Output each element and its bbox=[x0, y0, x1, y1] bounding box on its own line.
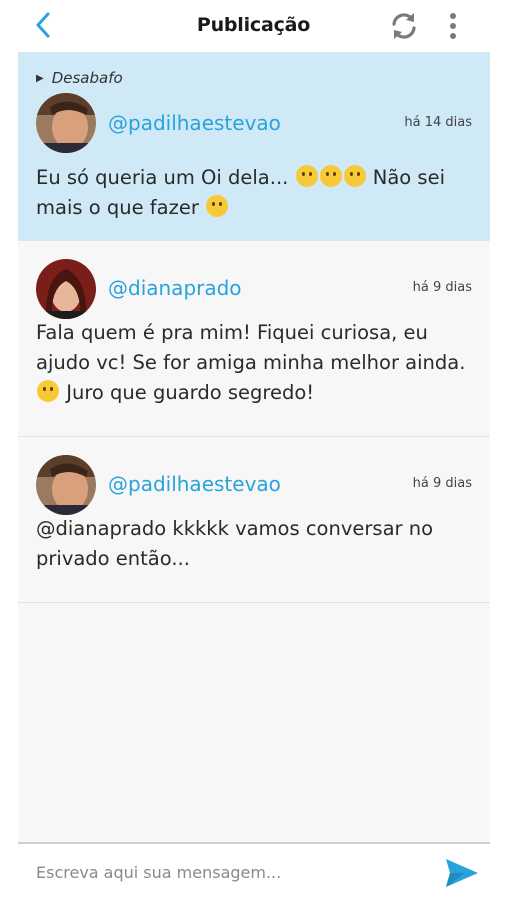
avatar[interactable] bbox=[36, 259, 96, 319]
comment-text-line: Fala quem é pra mim! Fiquei curiosa, eu bbox=[36, 321, 428, 344]
comment: @dianaprado há 9 dias Fala quem é pra mi… bbox=[18, 241, 490, 437]
tired-face-emoji bbox=[206, 195, 229, 217]
category-label: Desabafo bbox=[51, 69, 123, 87]
send-button[interactable] bbox=[444, 856, 480, 890]
downcast-sweat-emoji bbox=[319, 165, 342, 187]
comment: @padilhaestevao há 9 dias @dianaprado kk… bbox=[18, 437, 490, 603]
more-options-button[interactable] bbox=[440, 9, 466, 43]
send-icon bbox=[446, 859, 478, 887]
post-text: Eu só queria um Oi dela... Não sei mais … bbox=[36, 163, 476, 223]
avatar[interactable] bbox=[36, 455, 96, 515]
caret-right-icon: ▶ bbox=[36, 72, 44, 84]
comment-text-line: Juro que guardo segredo! bbox=[36, 378, 476, 408]
message-input[interactable] bbox=[36, 858, 416, 886]
crying-face-emoji bbox=[295, 165, 318, 187]
post-category[interactable]: ▶ Desabafo bbox=[36, 69, 123, 87]
comment-text-line: ajudo vc! Se for amiga minha melhor aind… bbox=[36, 351, 466, 374]
comments-feed[interactable]: ▶ Desabafo @padilhaestevao há 14 dias Eu… bbox=[18, 52, 490, 842]
smiling-face-emoji bbox=[37, 380, 59, 402]
app-header: Publicação bbox=[0, 0, 507, 52]
comment-time: há 9 dias bbox=[412, 476, 472, 491]
comment-username[interactable]: @dianaprado bbox=[108, 276, 242, 300]
comment-text: @dianaprado kkkkk vamos conversar no pri… bbox=[36, 514, 476, 574]
comment-text: Fala quem é pra mim! Fiquei curiosa, eu … bbox=[36, 318, 476, 408]
persevering-face-emoji bbox=[343, 165, 366, 187]
more-vertical-icon bbox=[450, 13, 456, 39]
comment-username[interactable]: @padilhaestevao bbox=[108, 472, 281, 496]
original-post: ▶ Desabafo @padilhaestevao há 14 dias Eu… bbox=[18, 52, 490, 241]
message-composer bbox=[18, 842, 490, 900]
page-title: Publicação bbox=[196, 14, 311, 36]
avatar[interactable] bbox=[36, 93, 96, 153]
refresh-button[interactable] bbox=[387, 9, 421, 43]
post-text-part: Eu só queria um Oi dela... bbox=[36, 166, 289, 189]
refresh-icon bbox=[392, 13, 416, 39]
post-username[interactable]: @padilhaestevao bbox=[108, 111, 281, 135]
comment-time: há 9 dias bbox=[412, 280, 472, 295]
post-time: há 14 dias bbox=[404, 115, 472, 130]
comment-text-line: @dianaprado kkkkk vamos conversar no bbox=[36, 517, 434, 540]
comment-text-line: privado então... bbox=[36, 547, 190, 570]
